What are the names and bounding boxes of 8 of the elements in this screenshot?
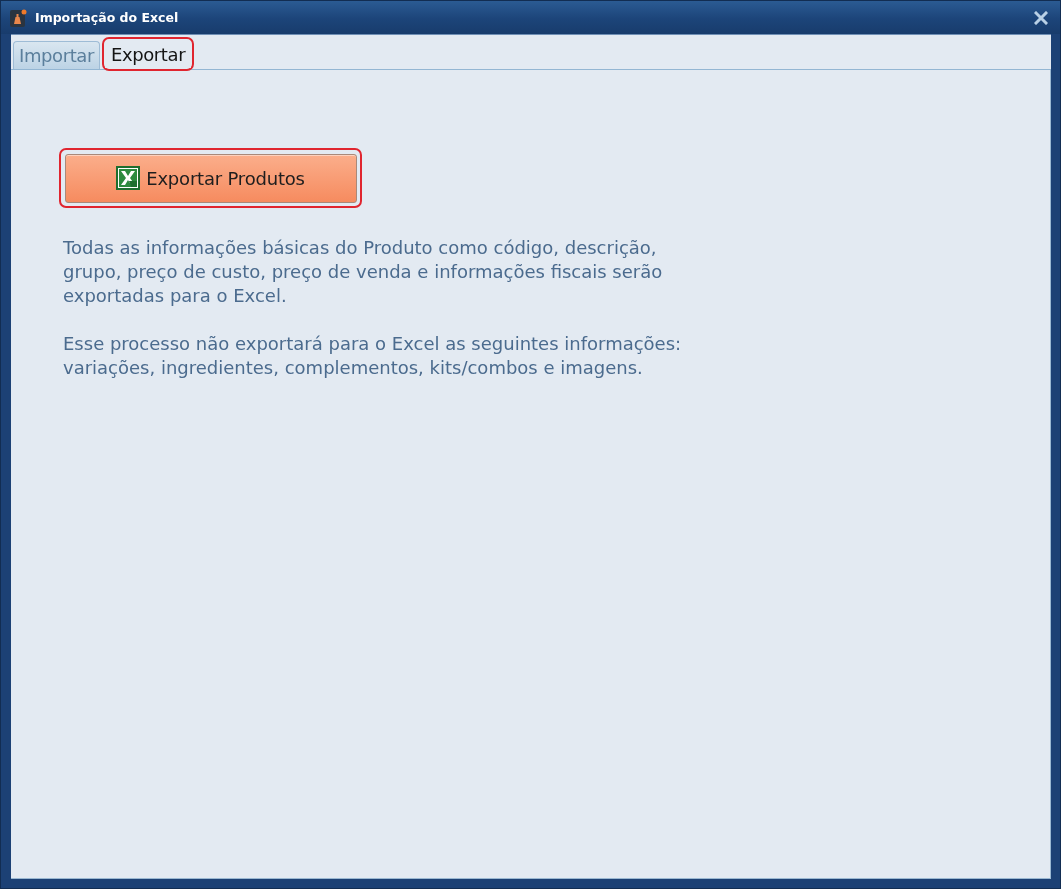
app-icon [10,8,27,27]
description-text: Esse processo não exportará para o Excel as seguintes informações: variações, ingredientes, complementos, kits/combos e imagens. [63,332,683,380]
export-button[interactable]: Exportar Produtos [64,153,357,203]
description-text: Todas as informações básicas do Produto como código, descrição, grupo, preço de custo, preço de venda e informações fiscais serão exportadas para o Excel. [63,236,664,308]
window-title: Importação do Excel [35,10,180,25]
close-icon [1034,10,1048,25]
spreadsheet-icon [116,166,141,190]
close-button[interactable] [1034,10,1048,25]
